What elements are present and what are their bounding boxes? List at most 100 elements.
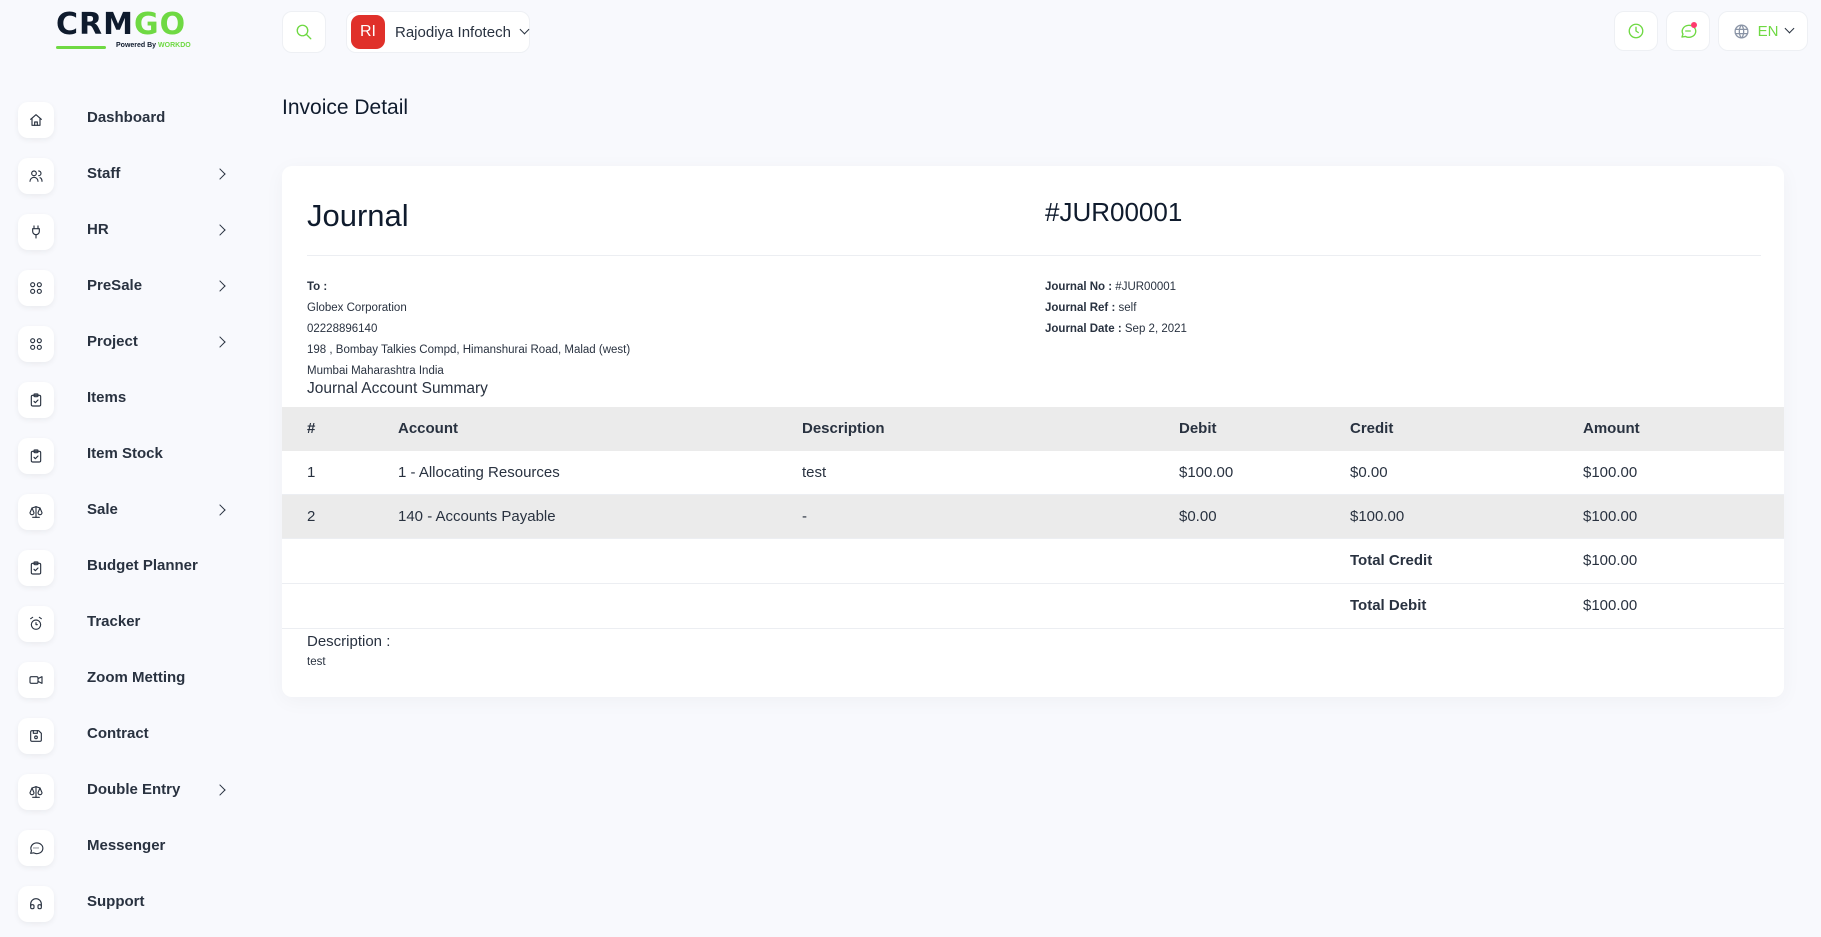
- total-debit-row: Total Debit $100.00: [282, 584, 1784, 629]
- sidebar-item-label: Double Entry: [87, 780, 181, 798]
- row-number: 1: [307, 464, 316, 481]
- clipboard-check-icon: [18, 550, 54, 586]
- column-header: Amount: [1583, 420, 1640, 437]
- sidebar-item-hr[interactable]: HR: [18, 204, 232, 260]
- row-debit: $100.00: [1179, 464, 1234, 481]
- search-icon: [296, 24, 312, 40]
- sidebar-item-label: HR: [87, 220, 109, 238]
- sidebar-item-zoom-metting[interactable]: Zoom Metting: [18, 652, 232, 708]
- grid-icon: [18, 326, 54, 362]
- sidebar-nav: Dashboard Staff HR PreSale Project Items Item …: [18, 92, 232, 932]
- sidebar-item-label: Zoom Metting: [87, 668, 186, 686]
- scale-icon: [18, 494, 54, 530]
- sidebar-item-sale[interactable]: Sale: [18, 484, 232, 540]
- chevron-down-icon: [519, 24, 530, 34]
- company-switcher[interactable]: RI Rajodiya Infotech: [346, 11, 530, 53]
- column-header: #: [307, 420, 316, 437]
- total-credit-label: Total Credit: [1350, 552, 1433, 569]
- search-button[interactable]: [282, 11, 326, 53]
- row-amount: $100.00: [1583, 508, 1638, 525]
- sidebar-item-contract[interactable]: Contract: [18, 708, 232, 764]
- sidebar-item-label: Contract: [87, 724, 149, 742]
- sidebar: CRMGO Powered By WORKDO Dashboard Staff HR…: [0, 0, 248, 937]
- sidebar-item-label: Messenger: [87, 836, 166, 854]
- message-icon: [18, 830, 54, 866]
- sidebar-item-item-stock[interactable]: Item Stock: [18, 428, 232, 484]
- row-credit: $100.00: [1350, 508, 1405, 525]
- users-icon: [18, 158, 54, 194]
- chevron-down-icon: [1784, 23, 1795, 33]
- notification-dot: [1691, 22, 1697, 28]
- sidebar-item-presale[interactable]: PreSale: [18, 260, 232, 316]
- total-debit-value: $100.00: [1583, 597, 1638, 614]
- row-credit: $0.00: [1350, 464, 1388, 481]
- messages-button[interactable]: [1666, 11, 1710, 51]
- to-line: 02228896140: [307, 323, 378, 335]
- video-icon: [18, 662, 54, 698]
- bill-to-block: To : Globex Corporation 02228896140 198 …: [307, 277, 630, 382]
- journal-meta-block: Journal No : #JUR00001 Journal Ref : sel…: [1045, 277, 1187, 340]
- chevron-right-icon: [214, 504, 226, 516]
- row-number: 2: [307, 508, 316, 525]
- company-name: Rajodiya Infotech: [395, 23, 511, 41]
- table-header-row: # Account Description Debit Credit Amoun…: [282, 407, 1784, 451]
- total-credit-row: Total Credit $100.00: [282, 539, 1784, 584]
- invoice-card: Journal #JUR00001 To : Globex Corporatio…: [282, 166, 1784, 697]
- sidebar-item-label: Sale: [87, 500, 118, 518]
- description-text: test: [307, 656, 326, 668]
- language-code: EN: [1757, 22, 1779, 40]
- invoice-number: #JUR00001: [1045, 197, 1183, 227]
- scale-icon: [18, 774, 54, 810]
- sidebar-item-label: Item Stock: [87, 444, 163, 462]
- table-row: 1 1 - Allocating Resources test $100.00 …: [282, 451, 1784, 495]
- clock-button[interactable]: [1614, 11, 1658, 51]
- column-header: Credit: [1350, 420, 1394, 437]
- row-account: 1 - Allocating Resources: [398, 464, 560, 481]
- row-debit: $0.00: [1179, 508, 1217, 525]
- sidebar-item-messenger[interactable]: Messenger: [18, 820, 232, 876]
- globe-icon: [1734, 23, 1749, 39]
- sidebar-item-label: Staff: [87, 164, 121, 182]
- sidebar-item-label: Budget Planner: [87, 556, 198, 574]
- journal-table: # Account Description Debit Credit Amoun…: [282, 407, 1784, 629]
- chevron-right-icon: [214, 168, 226, 180]
- company-avatar: RI: [351, 15, 385, 49]
- summary-title: Journal Account Summary: [307, 380, 488, 397]
- table-row: 2 140 - Accounts Payable - $0.00 $100.00…: [282, 495, 1784, 539]
- sidebar-item-double-entry[interactable]: Double Entry: [18, 764, 232, 820]
- total-credit-value: $100.00: [1583, 552, 1638, 569]
- chevron-right-icon: [214, 784, 226, 796]
- sidebar-item-dashboard[interactable]: Dashboard: [18, 92, 232, 148]
- language-switcher[interactable]: EN: [1718, 11, 1808, 51]
- grid-icon: [18, 270, 54, 306]
- sidebar-item-budget-planner[interactable]: Budget Planner: [18, 540, 232, 596]
- sidebar-item-items[interactable]: Items: [18, 372, 232, 428]
- sidebar-item-tracker[interactable]: Tracker: [18, 596, 232, 652]
- sidebar-item-staff[interactable]: Staff: [18, 148, 232, 204]
- device-floppy-icon: [18, 718, 54, 754]
- sidebar-item-support[interactable]: Support: [18, 876, 232, 932]
- sidebar-item-project[interactable]: Project: [18, 316, 232, 372]
- home-icon: [18, 102, 54, 138]
- divider: [307, 255, 1761, 256]
- column-header: Description: [802, 420, 885, 437]
- clipboard-check-icon: [18, 382, 54, 418]
- to-label: To :: [307, 281, 328, 293]
- sidebar-item-label: PreSale: [87, 276, 143, 294]
- journal-no: Journal No : #JUR00001: [1045, 281, 1177, 293]
- clock-icon: [1628, 23, 1644, 39]
- to-line: 198 , Bombay Talkies Compd, Himanshurai …: [307, 344, 631, 356]
- brand-logo[interactable]: CRMGO Powered By WORKDO: [56, 10, 196, 52]
- clipboard-check-icon: [18, 438, 54, 474]
- page-title: Invoice Detail: [282, 96, 409, 119]
- row-description: test: [802, 464, 827, 481]
- to-line: Mumbai Maharashtra India: [307, 365, 444, 377]
- journal-ref: Journal Ref : self: [1045, 302, 1137, 314]
- chevron-right-icon: [214, 224, 226, 236]
- row-account: 140 - Accounts Payable: [398, 508, 556, 525]
- to-line: Globex Corporation: [307, 302, 407, 314]
- sidebar-item-label: Dashboard: [87, 108, 166, 126]
- plug-icon: [18, 214, 54, 250]
- description-label: Description :: [307, 633, 391, 650]
- sidebar-item-label: Items: [87, 388, 127, 406]
